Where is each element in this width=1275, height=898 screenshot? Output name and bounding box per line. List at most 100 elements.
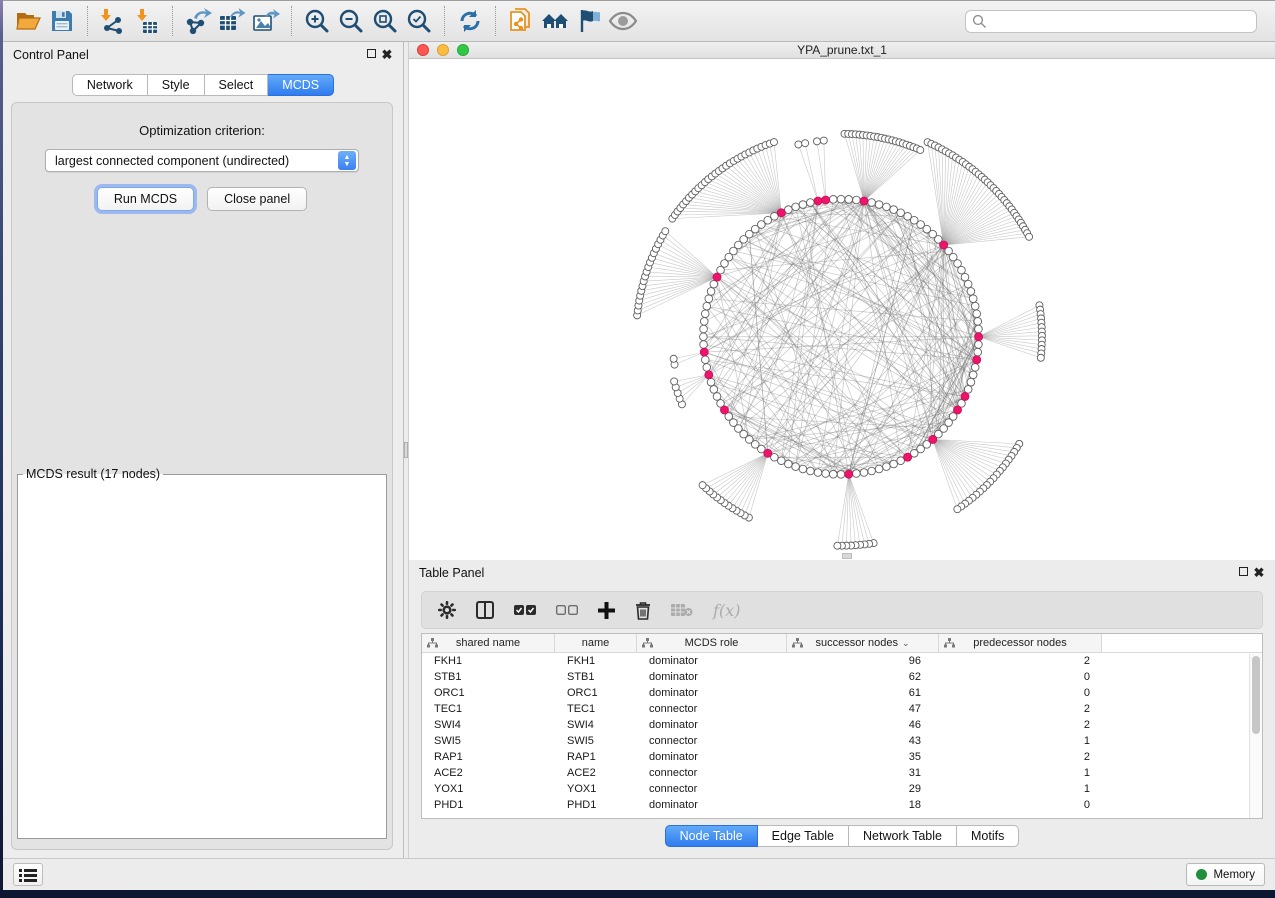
cell-name[interactable]: TEC1 [555, 701, 637, 717]
network-file-button[interactable] [504, 5, 538, 37]
add-column-button[interactable] [598, 602, 615, 619]
zoom-out-button[interactable] [334, 5, 368, 37]
cell-name[interactable]: YOX1 [555, 781, 637, 797]
tab-edge-table[interactable]: Edge Table [758, 825, 849, 847]
cell-shared-name[interactable]: YOX1 [422, 781, 555, 797]
cell-name[interactable]: RAP1 [555, 749, 637, 765]
delete-column-button[interactable] [635, 601, 651, 620]
table-scrollbar-thumb[interactable] [1252, 656, 1260, 734]
table-row[interactable]: FKH1FKH1dominator962 [422, 653, 1262, 669]
cell-successor-nodes[interactable]: 35 [787, 749, 939, 765]
float-table-panel-button[interactable] [1235, 567, 1251, 579]
table-row[interactable]: YOX1YOX1connector291 [422, 781, 1262, 797]
cell-MCDS-role[interactable]: connector [637, 765, 787, 781]
cell-predecessor-nodes[interactable]: 2 [939, 701, 1102, 717]
tab-select[interactable]: Select [205, 74, 269, 96]
cell-shared-name[interactable]: FKH1 [422, 653, 555, 669]
close-table-panel-button[interactable]: ✖ [1251, 565, 1267, 581]
cell-MCDS-role[interactable]: dominator [637, 717, 787, 733]
cell-predecessor-nodes[interactable]: 2 [939, 717, 1102, 733]
float-panel-button[interactable] [363, 49, 379, 61]
cell-name[interactable]: PHD1 [555, 797, 637, 813]
cell-successor-nodes[interactable]: 96 [787, 653, 939, 669]
cell-name[interactable]: FKH1 [555, 653, 637, 669]
splitter-handle-icon[interactable] [404, 442, 408, 458]
cell-MCDS-role[interactable]: connector [637, 781, 787, 797]
cell-MCDS-role[interactable]: dominator [637, 749, 787, 765]
cell-MCDS-role[interactable]: dominator [637, 669, 787, 685]
cell-predecessor-nodes[interactable]: 2 [939, 749, 1102, 765]
network-canvas[interactable] [409, 59, 1275, 560]
task-history-button[interactable] [13, 863, 43, 886]
cell-successor-nodes[interactable]: 62 [787, 669, 939, 685]
import-table-button[interactable] [130, 5, 164, 37]
column-header-successor-nodes[interactable]: successor nodes⌄ [787, 634, 939, 652]
column-header-MCDS-role[interactable]: MCDS role [637, 634, 787, 652]
node-table[interactable]: shared namenameMCDS rolesuccessor nodes⌄… [421, 633, 1263, 819]
cell-predecessor-nodes[interactable]: 2 [939, 653, 1102, 669]
cell-successor-nodes[interactable]: 47 [787, 701, 939, 717]
tab-style[interactable]: Style [148, 74, 205, 96]
tab-motifs[interactable]: Motifs [957, 825, 1019, 847]
close-panel-button-mcds[interactable]: Close panel [207, 187, 307, 211]
cell-MCDS-role[interactable]: dominator [637, 653, 787, 669]
criterion-select[interactable]: largest connected component (undirected)… [45, 149, 359, 172]
run-mcds-button[interactable]: Run MCDS [97, 187, 194, 211]
tab-node-table[interactable]: Node Table [665, 825, 758, 847]
cell-predecessor-nodes[interactable]: 1 [939, 781, 1102, 797]
export-image-button[interactable] [249, 5, 283, 37]
cell-successor-nodes[interactable]: 61 [787, 685, 939, 701]
import-network-button[interactable] [96, 5, 130, 37]
cell-successor-nodes[interactable]: 18 [787, 797, 939, 813]
sort-chevron-icon[interactable]: ⌄ [902, 638, 910, 649]
close-panel-button[interactable]: ✖ [379, 47, 395, 63]
table-row[interactable]: TEC1TEC1connector472 [422, 701, 1262, 717]
select-all-button[interactable] [514, 604, 536, 616]
zoom-in-button[interactable] [300, 5, 334, 37]
memory-button[interactable]: Memory [1186, 863, 1265, 886]
export-table-button[interactable] [215, 5, 249, 37]
column-header-shared-name[interactable]: shared name [422, 634, 555, 652]
cell-successor-nodes[interactable]: 43 [787, 733, 939, 749]
search-input[interactable] [987, 14, 1250, 28]
cell-name[interactable]: SWI5 [555, 733, 637, 749]
open-file-button[interactable] [11, 5, 45, 37]
column-header-name[interactable]: name [555, 634, 637, 652]
zoom-fit-button[interactable] [368, 5, 402, 37]
cell-name[interactable]: STB1 [555, 669, 637, 685]
show-hide-button[interactable] [606, 5, 640, 37]
cell-shared-name[interactable]: RAP1 [422, 749, 555, 765]
export-network-button[interactable] [181, 5, 215, 37]
cell-MCDS-role[interactable]: dominator [637, 797, 787, 813]
refresh-button[interactable] [453, 5, 487, 37]
cell-MCDS-role[interactable]: connector [637, 701, 787, 717]
network-graph[interactable] [409, 59, 1275, 560]
cell-name[interactable]: ORC1 [555, 685, 637, 701]
search-field[interactable] [965, 10, 1257, 33]
cell-shared-name[interactable]: TEC1 [422, 701, 555, 717]
table-row[interactable]: RAP1RAP1dominator352 [422, 749, 1262, 765]
table-row[interactable]: SWI5SWI5connector431 [422, 733, 1262, 749]
horizontal-splitter-handle-icon[interactable] [842, 553, 852, 559]
cell-MCDS-role[interactable]: connector [637, 733, 787, 749]
cell-successor-nodes[interactable]: 31 [787, 765, 939, 781]
annotation-flag-button[interactable] [572, 5, 606, 37]
show-columns-button[interactable] [476, 601, 494, 619]
home-networks-button[interactable] [538, 5, 572, 37]
table-row[interactable]: ACE2ACE2connector311 [422, 765, 1262, 781]
table-row[interactable]: SWI4SWI4dominator462 [422, 717, 1262, 733]
tab-network-table[interactable]: Network Table [849, 825, 957, 847]
network-window-titlebar[interactable]: YPA_prune.txt_1 [409, 42, 1275, 59]
cell-shared-name[interactable]: STB1 [422, 669, 555, 685]
save-session-button[interactable] [45, 5, 79, 37]
cell-successor-nodes[interactable]: 29 [787, 781, 939, 797]
cell-shared-name[interactable]: SWI4 [422, 717, 555, 733]
zoom-selected-button[interactable] [402, 5, 436, 37]
tab-mcds[interactable]: MCDS [268, 74, 334, 96]
cell-shared-name[interactable]: PHD1 [422, 797, 555, 813]
cell-predecessor-nodes[interactable]: 1 [939, 765, 1102, 781]
cell-predecessor-nodes[interactable]: 0 [939, 669, 1102, 685]
cell-shared-name[interactable]: ACE2 [422, 765, 555, 781]
table-row[interactable]: STB1STB1dominator620 [422, 669, 1262, 685]
cell-shared-name[interactable]: SWI5 [422, 733, 555, 749]
